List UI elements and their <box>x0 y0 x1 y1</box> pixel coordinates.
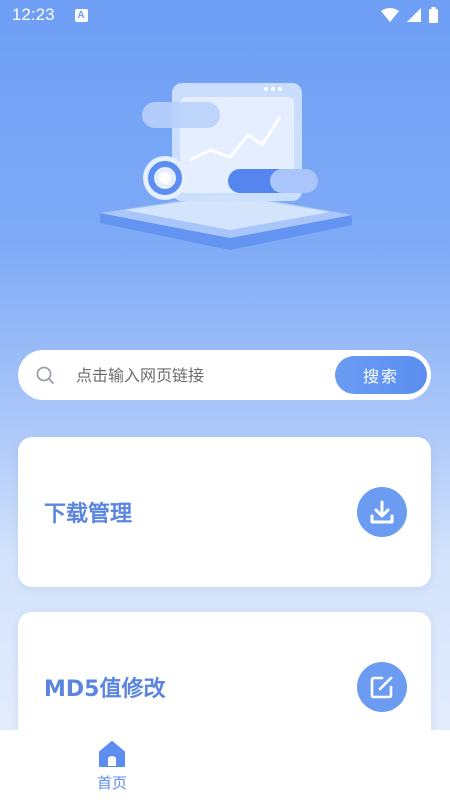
download-icon <box>357 487 407 537</box>
search-button[interactable]: 搜索 <box>335 356 427 394</box>
status-bar: 12:23 A <box>0 0 450 30</box>
status-time: 12:23 <box>12 5 55 24</box>
hero-illustration <box>100 83 352 250</box>
card-title-download: 下载管理 <box>44 502 133 527</box>
search-bar: 搜索 <box>18 350 431 400</box>
download-management-card[interactable]: 下载管理 <box>18 437 431 587</box>
bottom-nav: 首页 <box>0 730 450 800</box>
a-letter-icon: A <box>74 8 88 22</box>
nav-item-home[interactable]: 首页 <box>82 730 142 800</box>
battery-icon <box>429 7 438 23</box>
card-title-md5: MD5值修改 <box>44 677 166 702</box>
edit-icon <box>357 662 407 712</box>
nav-label-home: 首页 <box>96 774 127 792</box>
wifi-icon <box>381 8 399 22</box>
home-icon <box>99 741 125 767</box>
search-icon <box>34 364 56 386</box>
search-input[interactable] <box>76 365 335 385</box>
status-icons <box>381 7 438 23</box>
signal-icon <box>407 8 421 22</box>
